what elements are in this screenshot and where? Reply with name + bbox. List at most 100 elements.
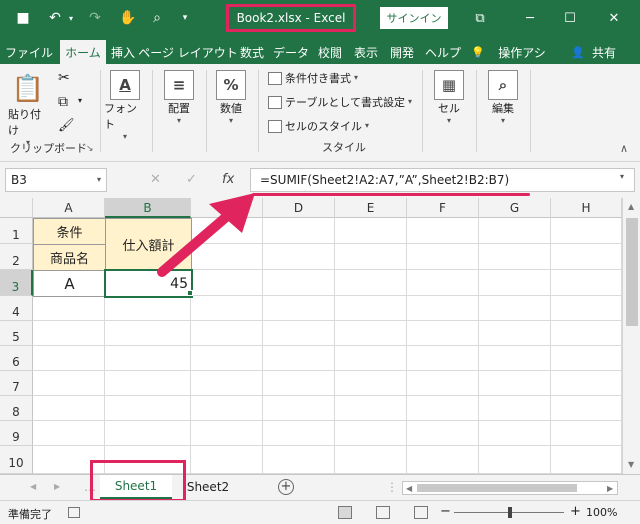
undo-dropdown-icon[interactable]: ▾ <box>66 7 76 29</box>
conditional-formatting-button[interactable]: 条件付き書式 ▾ <box>268 70 358 86</box>
column-header-f[interactable]: F <box>407 198 479 218</box>
grid-cell[interactable] <box>33 346 105 371</box>
grid-cell[interactable] <box>407 371 479 396</box>
cancel-icon[interactable]: ✕ <box>150 172 161 187</box>
grid-cell[interactable] <box>105 421 191 446</box>
grid-cell[interactable] <box>263 218 335 244</box>
grid-cell[interactable] <box>105 396 191 421</box>
grid-cell[interactable] <box>551 321 622 346</box>
grid-cell[interactable] <box>335 421 407 446</box>
clipboard-launcher-icon[interactable]: ↘ <box>86 144 94 154</box>
formula-input[interactable]: =SUMIF(Sheet2!A2:A7,”A”,Sheet2!B2:B7) <box>250 168 635 192</box>
column-header-g[interactable]: G <box>479 198 551 218</box>
grid-cell[interactable] <box>191 421 263 446</box>
prev-sheet-icon[interactable]: ◀ <box>30 482 36 491</box>
grid-cell[interactable] <box>551 396 622 421</box>
page-break-view-icon[interactable] <box>414 506 428 519</box>
tab-review[interactable]: 校閲 <box>314 40 346 64</box>
ribbon-display-options-icon[interactable]: ⧉ <box>470 7 490 29</box>
grid-cell[interactable] <box>551 371 622 396</box>
row-header-3[interactable]: 3 <box>0 270 33 296</box>
row-header-7[interactable]: 7 <box>0 371 33 396</box>
row-header-2[interactable]: 2 <box>0 244 33 270</box>
grid-cell[interactable] <box>479 421 551 446</box>
save-icon[interactable]: ■ <box>14 7 32 29</box>
grid-cell[interactable] <box>551 346 622 371</box>
redo-icon[interactable]: ↷ <box>86 7 104 29</box>
tab-home[interactable]: ホーム <box>60 40 106 64</box>
tab-view[interactable]: 表示 <box>350 40 382 64</box>
fill-handle[interactable] <box>187 290 193 296</box>
grid-cell[interactable] <box>479 371 551 396</box>
row-header-9[interactable]: 9 <box>0 421 33 446</box>
share-button[interactable]: 共有 <box>588 40 620 64</box>
grid-cell[interactable] <box>479 396 551 421</box>
tab-file[interactable]: ファイル <box>5 40 53 64</box>
scroll-up-icon[interactable]: ▲ <box>628 202 634 211</box>
grid-cell[interactable] <box>191 270 263 296</box>
tab-insert[interactable]: 挿入 <box>108 40 138 64</box>
share-icon[interactable]: 👤 <box>570 40 586 64</box>
cells-button[interactable]: ▦ セル ▾ <box>428 70 470 126</box>
grid-cell[interactable] <box>551 296 622 321</box>
sheet-tab-sheet2[interactable]: Sheet2 <box>178 475 238 499</box>
expand-formula-bar-icon[interactable]: ▾ <box>620 172 624 181</box>
font-button[interactable]: A フォント ▾ <box>104 70 146 142</box>
grid-cell[interactable] <box>33 296 105 321</box>
name-box[interactable]: B3 ▾ <box>5 168 107 192</box>
print-preview-icon[interactable]: ⌕ <box>148 7 166 29</box>
grid-cell[interactable] <box>335 321 407 346</box>
grid-cell[interactable] <box>551 421 622 446</box>
cell-a2[interactable]: 商品名 <box>33 244 106 271</box>
grid-cell[interactable] <box>335 396 407 421</box>
grid-cell[interactable] <box>263 421 335 446</box>
grid-cell[interactable] <box>263 346 335 371</box>
tab-help[interactable]: ヘルプ <box>422 40 464 64</box>
grid-cell[interactable] <box>33 421 105 446</box>
insert-function-icon[interactable]: fx <box>222 172 234 187</box>
grid-cell[interactable] <box>263 321 335 346</box>
zoom-out-button[interactable]: − <box>440 504 451 519</box>
horizontal-scrollbar[interactable]: ◀ ▶ <box>402 481 618 495</box>
copy-dropdown-icon[interactable]: ▾ <box>78 96 82 105</box>
grid-cell[interactable] <box>335 346 407 371</box>
grid-cell[interactable] <box>263 446 335 474</box>
zoom-slider-knob[interactable] <box>508 507 512 518</box>
grid-cell[interactable] <box>191 371 263 396</box>
row-header-6[interactable]: 6 <box>0 346 33 371</box>
grid-cell[interactable] <box>263 270 335 296</box>
grid-cell[interactable] <box>479 321 551 346</box>
minimize-button[interactable]: ─ <box>520 7 540 29</box>
editing-button[interactable]: ⌕ 編集 ▾ <box>482 70 524 126</box>
grid-cell[interactable] <box>335 296 407 321</box>
format-as-table-button[interactable]: テーブルとして書式設定 ▾ <box>268 94 412 110</box>
grid-cell[interactable] <box>335 270 407 296</box>
copy-icon[interactable]: ⧉ <box>58 94 68 110</box>
grid-cell[interactable] <box>407 218 479 244</box>
grid-cell[interactable] <box>407 296 479 321</box>
grid-cell[interactable] <box>191 321 263 346</box>
column-header-a[interactable]: A <box>33 198 105 218</box>
scroll-left-icon[interactable]: ◀ <box>406 484 412 493</box>
grid-cell[interactable] <box>407 346 479 371</box>
row-header-4[interactable]: 4 <box>0 296 33 321</box>
column-header-b[interactable]: B <box>105 198 191 218</box>
grid-cell[interactable] <box>407 321 479 346</box>
scroll-right-icon[interactable]: ▶ <box>607 484 613 493</box>
column-header-d[interactable]: D <box>263 198 335 218</box>
collapse-ribbon-icon[interactable]: ∧ <box>620 142 628 155</box>
grid-cell[interactable] <box>407 396 479 421</box>
maximize-button[interactable]: ☐ <box>560 7 580 29</box>
grid-cell[interactable] <box>335 446 407 474</box>
grid-cell[interactable] <box>335 371 407 396</box>
grid-cell[interactable] <box>33 371 105 396</box>
page-layout-view-icon[interactable] <box>376 506 390 519</box>
vertical-scrollbar[interactable]: ▲ ▼ <box>622 198 640 474</box>
name-box-dropdown-icon[interactable]: ▾ <box>97 169 101 191</box>
grid-cell[interactable] <box>263 244 335 270</box>
cell-a3[interactable]: A <box>33 270 106 297</box>
tab-data[interactable]: データ <box>272 40 310 64</box>
grid-cell[interactable] <box>479 244 551 270</box>
grid-cell[interactable] <box>33 321 105 346</box>
enter-icon[interactable]: ✓ <box>186 172 197 187</box>
